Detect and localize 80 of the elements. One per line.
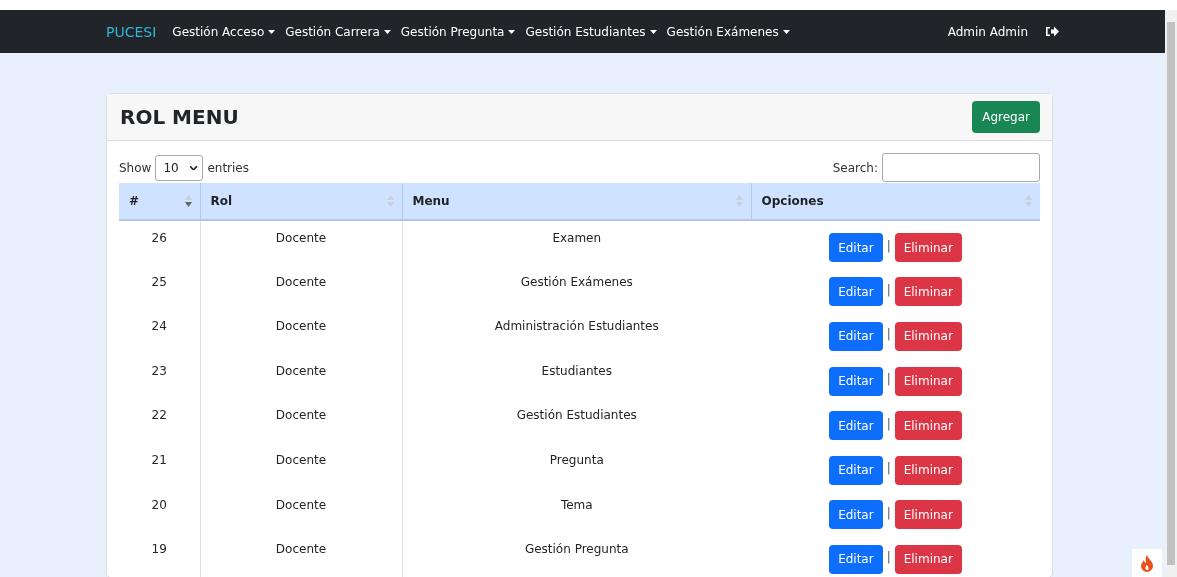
delete-button[interactable]: Eliminar: [894, 544, 962, 574]
nav-menu[interactable]: Gestión Carrera: [285, 24, 391, 39]
nav-menu[interactable]: Gestión Exámenes: [666, 24, 790, 39]
nav-menu[interactable]: Gestión Estudiantes: [525, 24, 657, 39]
flame-button[interactable]: [1132, 549, 1162, 577]
delete-button[interactable]: Eliminar: [894, 411, 962, 441]
flame-icon: [1140, 554, 1154, 572]
entries-label: entries: [207, 160, 249, 175]
caret-icon: [649, 29, 657, 34]
user-name[interactable]: Admin Admin: [947, 24, 1028, 39]
add-button[interactable]: Agregar: [972, 101, 1040, 133]
edit-button[interactable]: Editar: [829, 277, 883, 307]
column-header[interactable]: #: [119, 183, 200, 220]
delete-button[interactable]: Eliminar: [894, 455, 962, 485]
edit-button[interactable]: Editar: [829, 233, 883, 263]
delete-button[interactable]: Eliminar: [894, 277, 962, 307]
edit-button[interactable]: Editar: [829, 544, 883, 574]
edit-button[interactable]: Editar: [829, 411, 883, 441]
table-cell: Gestión Exámenes: [402, 264, 751, 310]
search-label: Search:: [832, 160, 878, 175]
separator: |: [886, 282, 891, 297]
delete-button[interactable]: Eliminar: [894, 322, 962, 351]
table-cell: Examen: [402, 220, 751, 265]
table-cell: Docente: [200, 353, 402, 399]
table-cell: Tema: [402, 487, 751, 533]
delete-button[interactable]: Eliminar: [894, 366, 962, 396]
sort-icon: [1025, 195, 1032, 207]
nav-menu[interactable]: Gestión Acceso: [172, 24, 276, 39]
chevron-icon: [190, 165, 198, 170]
show-label: Show: [119, 160, 152, 175]
table-cell: Docente: [200, 309, 402, 354]
search-field[interactable]: [882, 153, 1040, 182]
separator: |: [886, 372, 891, 387]
caret-icon: [268, 29, 276, 34]
brand-link[interactable]: PUCESI: [106, 23, 157, 40]
column-header[interactable]: Rol: [200, 183, 402, 220]
separator: |: [886, 461, 891, 476]
page-size-select[interactable]: 10: [155, 154, 204, 181]
table-cell: Docente: [200, 442, 402, 488]
column-header[interactable]: Opciones: [751, 183, 1040, 220]
table-cell: 20: [119, 487, 200, 533]
table-cell: 22: [119, 398, 200, 443]
caret-icon: [508, 29, 516, 34]
table-cell: Gestión Estudiantes: [402, 398, 751, 443]
sort-icon: [386, 195, 394, 207]
table-cell: Gestión Pregunta: [402, 532, 751, 577]
separator: |: [886, 327, 891, 342]
table-cell: Docente: [200, 220, 402, 265]
edit-button[interactable]: Editar: [829, 455, 883, 485]
edit-button[interactable]: Editar: [829, 366, 883, 396]
table-cell: 19: [119, 532, 200, 577]
column-header[interactable]: Menu: [402, 183, 751, 220]
table-cell: 21: [119, 442, 200, 488]
table-cell: 24: [119, 309, 200, 354]
table-cell: 23: [119, 353, 200, 399]
sort-icon: [735, 195, 743, 207]
separator: |: [886, 416, 891, 431]
table-cell: Docente: [200, 487, 402, 533]
delete-button[interactable]: Eliminar: [894, 500, 962, 530]
logout-icon[interactable]: [1046, 26, 1059, 37]
table-cell: Docente: [200, 398, 402, 443]
separator: |: [886, 505, 891, 520]
sort-icon: [184, 195, 192, 207]
edit-button[interactable]: Editar: [829, 322, 883, 351]
table-cell: Estudiantes: [402, 353, 751, 399]
separator: |: [886, 238, 891, 253]
table-cell: Docente: [200, 264, 402, 310]
delete-button[interactable]: Eliminar: [894, 233, 962, 263]
nav-menu[interactable]: Gestión Pregunta: [400, 24, 516, 39]
table-cell: 25: [119, 264, 200, 310]
separator: |: [886, 550, 891, 565]
table-cell: 26: [119, 220, 200, 265]
edit-button[interactable]: Editar: [829, 500, 883, 530]
caret-icon: [383, 29, 391, 34]
table-cell: Administración Estudiantes: [402, 309, 751, 354]
table-cell: Pregunta: [402, 442, 751, 488]
scrollbar[interactable]: [1165, 10, 1177, 577]
caret-icon: [782, 29, 790, 34]
card-title: ROL MENU: [120, 105, 239, 129]
table-cell: Docente: [200, 532, 402, 577]
